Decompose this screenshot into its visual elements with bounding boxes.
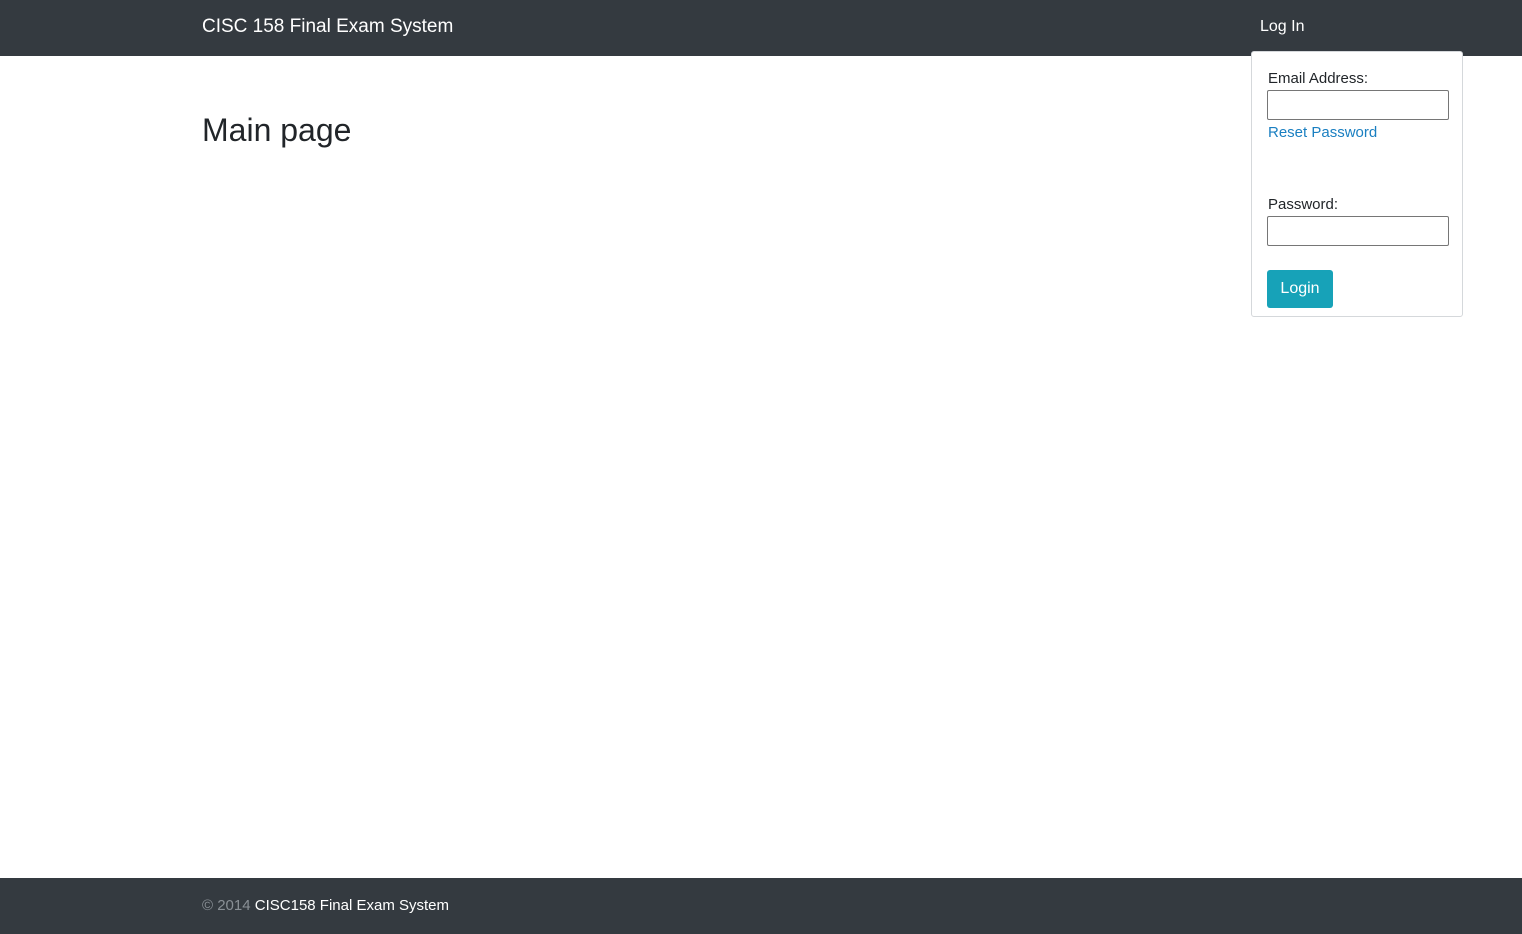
login-dropdown-panel: Email Address: Reset Password Password: … [1251, 51, 1463, 317]
password-label: Password: [1268, 196, 1339, 213]
footer: © 2014 CISC158 Final Exam System [0, 878, 1522, 934]
brand-link[interactable]: CISC 158 Final Exam System [202, 16, 453, 38]
footer-copyright: © 2014 [202, 897, 251, 914]
login-dropdown-toggle[interactable]: Log In [1260, 18, 1304, 36]
email-field[interactable] [1267, 90, 1449, 120]
password-field[interactable] [1267, 216, 1449, 246]
page: CISC 158 Final Exam System Log In Main p… [0, 0, 1522, 934]
reset-password-link[interactable]: Reset Password [1268, 124, 1377, 141]
page-title: Main page [202, 112, 352, 148]
email-label: Email Address: [1268, 70, 1369, 87]
login-button[interactable]: Login [1267, 270, 1333, 308]
footer-text: © 2014 CISC158 Final Exam System [202, 897, 449, 914]
footer-app-link[interactable]: CISC158 Final Exam System [255, 897, 449, 914]
top-navbar: CISC 158 Final Exam System Log In [0, 0, 1522, 56]
